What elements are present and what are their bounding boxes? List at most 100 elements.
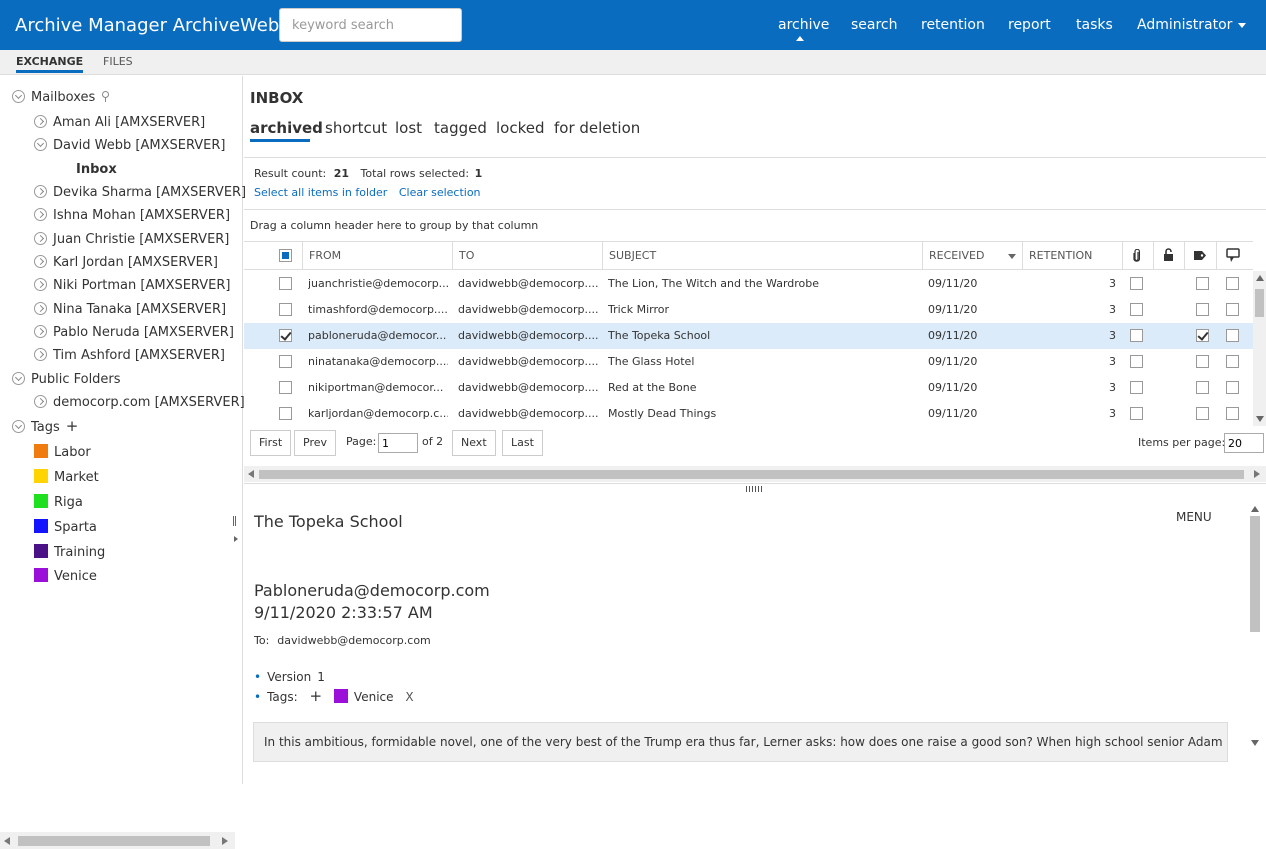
table-row[interactable]: karljordan@democorp.c... davidwebb@democo…	[244, 401, 1253, 427]
select-all-checkbox[interactable]	[279, 249, 292, 262]
column-to[interactable]: TO	[452, 242, 602, 270]
preview-menu-button[interactable]: MENU	[1176, 510, 1212, 524]
row-tag-checkbox[interactable]	[1196, 303, 1209, 316]
expand-icon[interactable]	[34, 208, 47, 221]
tag-riga[interactable]: Riga	[34, 494, 83, 510]
mailbox-nina-tanaka[interactable]: Nina Tanaka [AMXSERVER]	[34, 302, 226, 317]
scroll-right-icon[interactable]	[222, 837, 228, 845]
row-tag-checkbox[interactable]	[1196, 355, 1209, 368]
row-select-checkbox[interactable]	[279, 277, 292, 290]
scrollbar-thumb[interactable]	[18, 836, 210, 846]
table-row[interactable]: nikiportman@democor... davidwebb@democorp…	[244, 375, 1253, 401]
expand-icon[interactable]	[34, 325, 47, 338]
mailbox-devika-sharma[interactable]: Devika Sharma [AMXSERVER]	[34, 185, 246, 200]
nav-archive[interactable]: archive	[778, 17, 829, 33]
mailbox-juan-christie[interactable]: Juan Christie [AMXSERVER]	[34, 232, 229, 247]
scroll-left-icon[interactable]	[248, 470, 254, 478]
row-attachment-checkbox[interactable]	[1130, 355, 1143, 368]
tab-shortcut[interactable]: shortcut	[325, 119, 387, 137]
prev-page-button[interactable]: Prev	[294, 430, 336, 456]
row-tag-checkbox[interactable]	[1196, 381, 1209, 394]
public-folder-democorp[interactable]: democorp.com [AMXSERVER]	[34, 395, 245, 410]
row-attachment-checkbox[interactable]	[1130, 407, 1143, 420]
collapse-icon[interactable]	[12, 420, 25, 433]
add-tag-button[interactable]: +	[66, 417, 79, 435]
keyword-search-input[interactable]	[279, 8, 462, 42]
grid-vertical-scrollbar[interactable]	[1253, 271, 1266, 426]
column-from[interactable]: FROM	[302, 242, 452, 270]
tab-tagged[interactable]: tagged	[434, 119, 487, 137]
table-row[interactable]: pabloneruda@democor... davidwebb@democorp…	[244, 323, 1253, 349]
nav-search[interactable]: search	[851, 17, 898, 33]
row-attachment-checkbox[interactable]	[1130, 303, 1143, 316]
tab-locked[interactable]: locked	[496, 119, 545, 137]
expand-icon[interactable]	[34, 115, 47, 128]
scrollbar-thumb[interactable]	[259, 470, 1244, 479]
pin-icon[interactable]	[101, 91, 110, 102]
last-page-button[interactable]: Last	[502, 430, 543, 456]
expand-icon[interactable]	[34, 255, 47, 268]
row-comment-checkbox[interactable]	[1226, 355, 1239, 368]
row-tag-checkbox[interactable]	[1196, 407, 1209, 420]
row-select-checkbox[interactable]	[279, 355, 292, 368]
row-tag-checkbox[interactable]	[1196, 277, 1209, 290]
expand-icon[interactable]	[34, 232, 47, 245]
tab-files[interactable]: FILES	[103, 55, 133, 68]
row-comment-checkbox[interactable]	[1226, 407, 1239, 420]
table-row[interactable]: ninatanaka@democorp.... davidwebb@democor…	[244, 349, 1253, 375]
tab-exchange[interactable]: EXCHANGE	[16, 55, 84, 73]
expand-icon[interactable]	[34, 278, 47, 291]
row-select-checkbox[interactable]	[279, 303, 292, 316]
table-row[interactable]: juanchristie@democorp.... davidwebb@democ…	[244, 271, 1253, 297]
row-select-checkbox[interactable]	[279, 329, 292, 342]
tag-training[interactable]: Training	[34, 544, 105, 560]
scroll-left-icon[interactable]	[4, 837, 10, 845]
add-tag-button[interactable]: +	[310, 687, 323, 705]
mailbox-ishna-mohan[interactable]: Ishna Mohan [AMXSERVER]	[34, 208, 230, 223]
tab-lost[interactable]: lost	[395, 119, 422, 137]
collapse-icon[interactable]	[12, 372, 25, 385]
row-select-checkbox[interactable]	[279, 407, 292, 420]
collapse-icon[interactable]	[12, 90, 25, 103]
mailbox-aman-ali[interactable]: Aman Ali [AMXSERVER]	[34, 115, 205, 130]
row-comment-checkbox[interactable]	[1226, 303, 1239, 316]
clear-selection-link[interactable]: Clear selection	[399, 186, 481, 199]
scrollbar-thumb[interactable]	[1255, 289, 1264, 317]
column-comment[interactable]	[1216, 242, 1253, 270]
mailbox-niki-portman[interactable]: Niki Portman [AMXSERVER]	[34, 278, 230, 293]
row-comment-checkbox[interactable]	[1226, 277, 1239, 290]
scroll-up-icon[interactable]	[1256, 275, 1264, 281]
folder-inbox[interactable]: Inbox	[76, 162, 117, 177]
remove-tag-button[interactable]: X	[405, 690, 413, 704]
group-by-drop-zone[interactable]: Drag a column header here to group by th…	[250, 219, 538, 232]
row-attachment-checkbox[interactable]	[1130, 381, 1143, 394]
column-received[interactable]: RECEIVED	[922, 242, 1022, 270]
page-number-input[interactable]	[378, 433, 418, 453]
table-row[interactable]: timashford@democorp.... davidwebb@democor…	[244, 297, 1253, 323]
tag-market[interactable]: Market	[34, 469, 99, 485]
tree-mailboxes[interactable]: Mailboxes	[12, 90, 110, 105]
expand-icon[interactable]	[34, 302, 47, 315]
items-per-page-input[interactable]	[1224, 433, 1264, 453]
scroll-right-icon[interactable]	[1254, 470, 1260, 478]
row-comment-checkbox[interactable]	[1226, 381, 1239, 394]
scrollbar-thumb[interactable]	[1250, 516, 1260, 632]
scroll-up-icon[interactable]	[1251, 506, 1259, 512]
row-attachment-checkbox[interactable]	[1130, 329, 1143, 342]
mailbox-david-webb[interactable]: David Webb [AMXSERVER]	[34, 138, 225, 153]
nav-tasks[interactable]: tasks	[1076, 17, 1113, 33]
tree-tags[interactable]: Tags +	[12, 417, 78, 435]
collapse-icon[interactable]	[34, 138, 47, 151]
column-subject[interactable]: SUBJECT	[602, 242, 922, 270]
tag-labor[interactable]: Labor	[34, 444, 91, 460]
grid-horizontal-scrollbar[interactable]	[244, 466, 1266, 482]
sidebar-collapse-handle[interactable]	[233, 516, 239, 546]
scroll-down-icon[interactable]	[1256, 416, 1264, 422]
select-all-link[interactable]: Select all items in folder	[254, 186, 387, 199]
expand-icon[interactable]	[34, 348, 47, 361]
column-lock[interactable]	[1153, 242, 1184, 270]
tag-venice[interactable]: Venice	[34, 568, 97, 584]
tag-sparta[interactable]: Sparta	[34, 519, 97, 535]
sidebar-horizontal-scrollbar[interactable]	[0, 832, 235, 849]
nav-retention[interactable]: retention	[921, 17, 985, 33]
